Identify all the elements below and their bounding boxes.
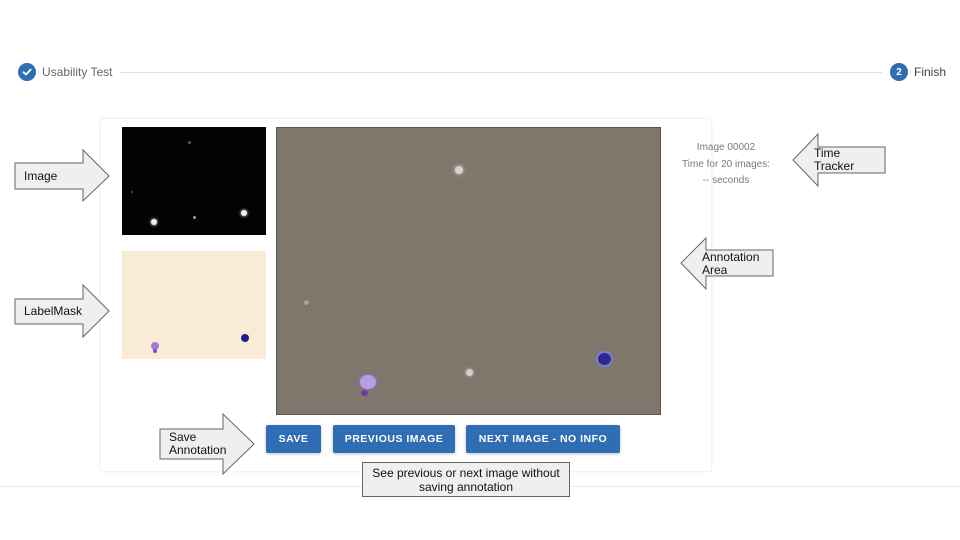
callout-navigation-note: See previous or next image without savin… [362,462,570,497]
callout-arrows [14,132,886,476]
callout-annotation-area: Annotation Area [702,250,760,277]
callout-labelmask: LabelMask [24,304,83,318]
callout-save-annotation: Save Annotation [169,430,227,457]
callout-image: Image [24,169,58,183]
callout-time-tracker: Time Tracker [814,146,855,173]
